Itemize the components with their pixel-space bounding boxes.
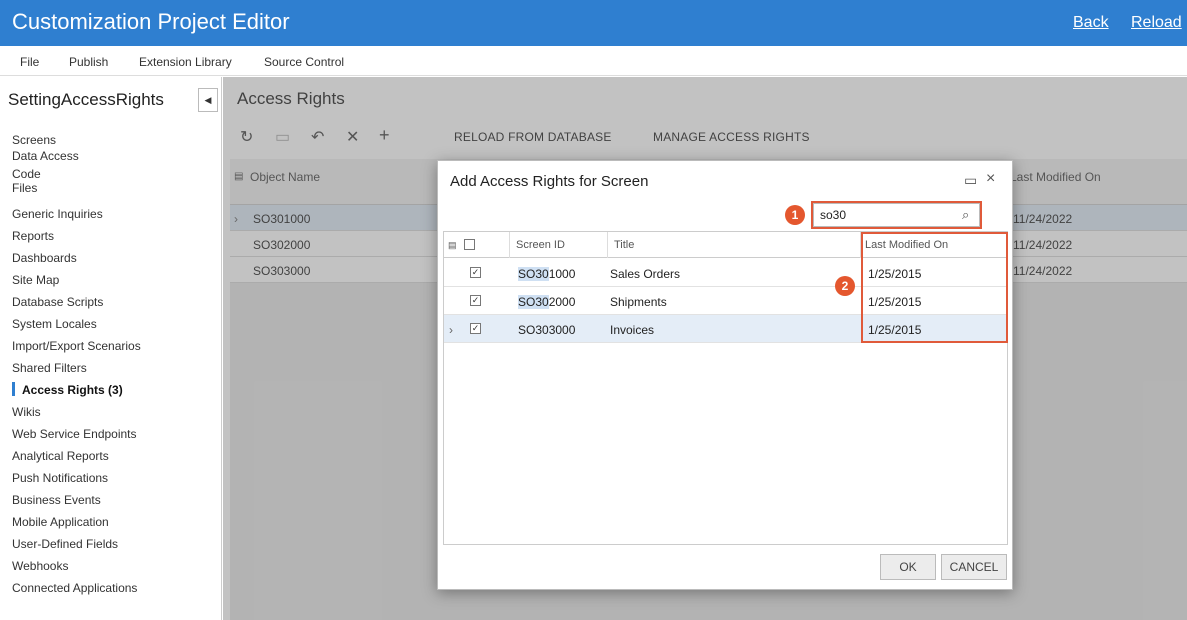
sidebar: SettingAccessRights ◀ Screens Data Access… [0, 77, 222, 620]
chevron-right-icon[interactable]: › [449, 323, 453, 337]
screen-id-rest: 2000 [548, 295, 576, 309]
project-name: SettingAccessRights [8, 90, 164, 109]
active-indicator [12, 382, 15, 396]
screen-id-cell: SO302000 [518, 295, 575, 309]
sidebar-item-business-events[interactable]: Business Events [12, 493, 101, 507]
chevron-left-icon: ◀ [204, 95, 212, 105]
dialog-footer: OK CANCEL [438, 549, 1012, 589]
columns-icon[interactable]: ▤ [448, 240, 457, 251]
sidebar-item-system-locales[interactable]: System Locales [12, 317, 97, 331]
screen-id-cell: SO303000 [518, 323, 575, 337]
sidebar-item-dashboards[interactable]: Dashboards [12, 251, 77, 265]
reload-link[interactable]: Reload [1131, 14, 1182, 32]
row-checkbox[interactable]: ✓ [470, 267, 481, 278]
cancel-button[interactable]: CANCEL [941, 554, 1007, 580]
add-access-rights-dialog: Add Access Rights for Screen ▭ × 1 ⌕ ▤ S… [437, 160, 1013, 590]
screen-id-rest: 3000 [548, 323, 576, 337]
title-cell: Sales Orders [610, 267, 681, 281]
callout-badge-1: 1 [785, 205, 805, 225]
title-cell: Shipments [610, 295, 667, 309]
sidebar-item-shared-filters[interactable]: Shared Filters [12, 361, 87, 375]
menu-bar: File Publish Extension Library Source Co… [0, 46, 1187, 76]
search-icon[interactable]: ⌕ [962, 207, 969, 223]
col-screen-id[interactable]: Screen ID [516, 239, 565, 251]
sidebar-item-files[interactable]: Files [12, 181, 37, 195]
row-checkbox[interactable]: ✓ [470, 295, 481, 306]
app-title: Customization Project Editor [12, 9, 290, 34]
search-match: SO30 [518, 267, 549, 281]
search-match: SO30 [518, 295, 549, 309]
search-input[interactable] [820, 207, 955, 223]
last-modified-highlight [861, 232, 1008, 343]
select-all-checkbox[interactable] [464, 239, 475, 250]
sidebar-item-connected-applications[interactable]: Connected Applications [12, 581, 137, 595]
sidebar-item-mobile-application[interactable]: Mobile Application [12, 515, 109, 529]
col-title[interactable]: Title [614, 239, 634, 251]
screen-id-rest: 1000 [548, 267, 576, 281]
sidebar-item-reports[interactable]: Reports [12, 229, 54, 243]
sidebar-item-access-rights-3[interactable]: Access Rights (3) [22, 383, 123, 397]
row-checkbox[interactable]: ✓ [470, 323, 481, 334]
title-cell: Invoices [610, 323, 655, 337]
callout-badge-2: 2 [835, 276, 855, 296]
search-match: SO30 [518, 323, 549, 337]
sidebar-item-code[interactable]: Code [12, 167, 41, 181]
ok-button[interactable]: OK [880, 554, 936, 580]
collapse-sidebar-button[interactable]: ◀ [198, 88, 218, 112]
menu-file[interactable]: File [20, 55, 39, 69]
search-box: ⌕ [813, 203, 980, 227]
sidebar-item-user-defined-fields[interactable]: User-Defined Fields [12, 537, 118, 551]
maximize-icon[interactable]: ▭ [964, 172, 977, 189]
sidebar-item-data-access[interactable]: Data Access [12, 149, 79, 163]
sidebar-item-analytical-reports[interactable]: Analytical Reports [12, 449, 109, 463]
sidebar-item-screens[interactable]: Screens [12, 133, 56, 147]
sidebar-item-import-export-scenarios[interactable]: Import/Export Scenarios [12, 339, 141, 353]
close-icon[interactable]: × [986, 170, 995, 188]
sidebar-item-site-map[interactable]: Site Map [12, 273, 59, 287]
sidebar-item-database-scripts[interactable]: Database Scripts [12, 295, 103, 309]
dialog-title: Add Access Rights for Screen [450, 173, 649, 190]
back-link[interactable]: Back [1073, 14, 1109, 32]
sidebar-item-wikis[interactable]: Wikis [12, 405, 41, 419]
menu-source-control[interactable]: Source Control [264, 55, 344, 69]
screen-id-cell: SO301000 [518, 267, 575, 281]
title-bar: Customization Project Editor Back Reload [0, 0, 1187, 46]
menu-publish[interactable]: Publish [69, 55, 108, 69]
sidebar-item-webhooks[interactable]: Webhooks [12, 559, 68, 573]
screens-grid: ▤ Screen ID Title Last Modified On ✓ SO3… [443, 231, 1008, 545]
menu-extension-library[interactable]: Extension Library [139, 55, 232, 69]
sidebar-item-push-notifications[interactable]: Push Notifications [12, 471, 108, 485]
sidebar-item-web-service-endpoints[interactable]: Web Service Endpoints [12, 427, 137, 441]
sidebar-item-generic-inquiries[interactable]: Generic Inquiries [12, 207, 103, 221]
